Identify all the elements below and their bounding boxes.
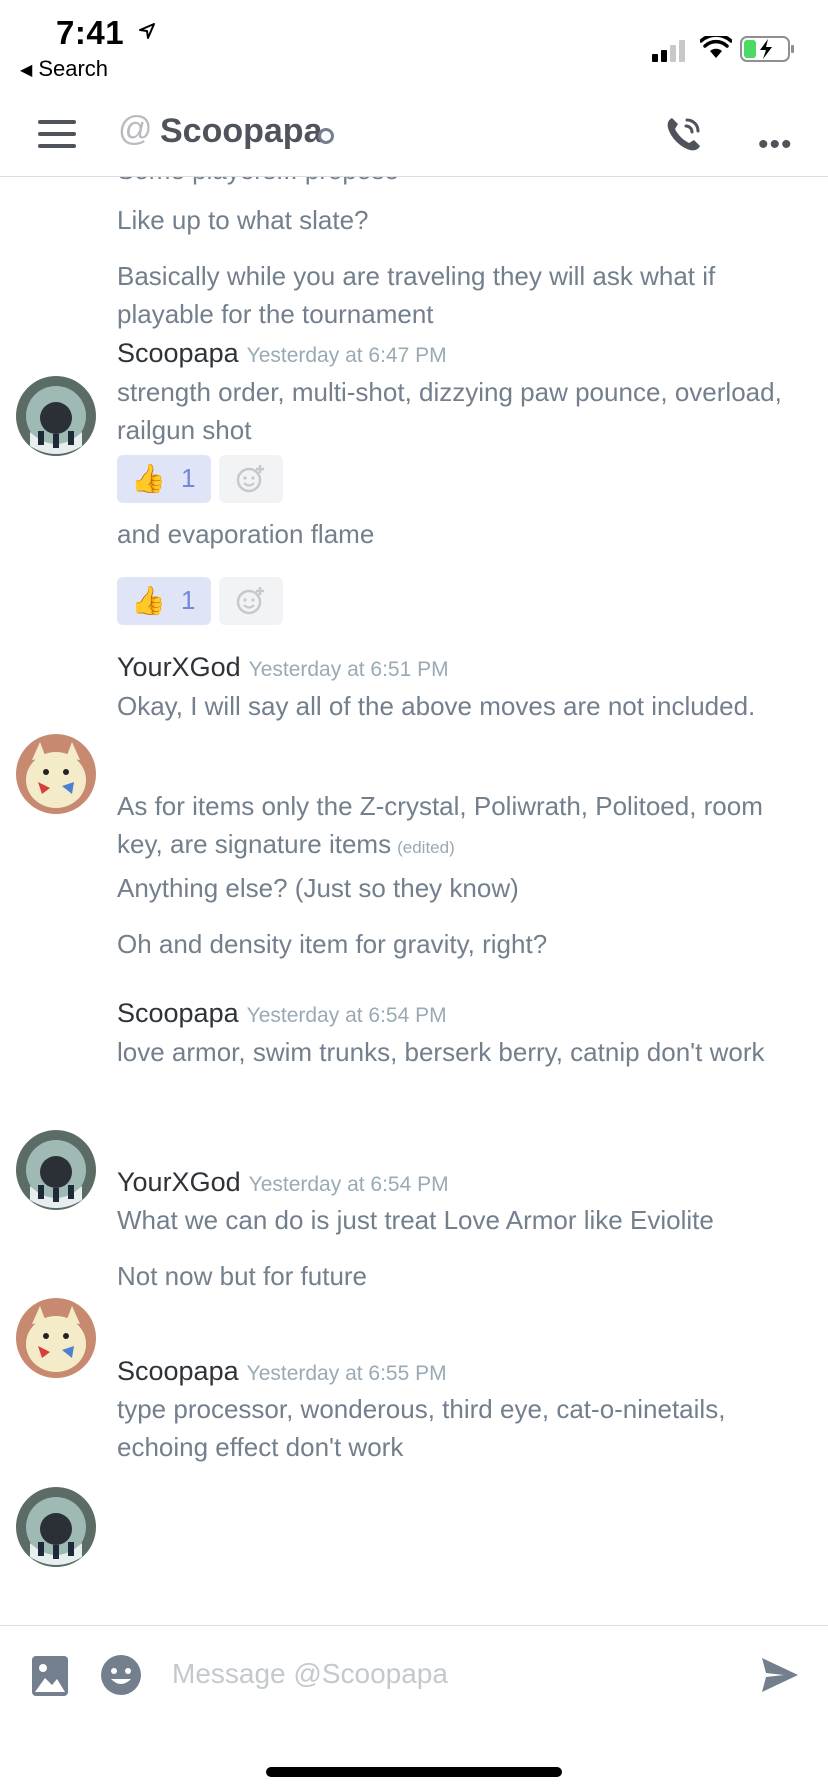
message-text: and evaporation flame xyxy=(117,519,375,549)
avatar-scoopapa[interactable] xyxy=(16,1487,96,1567)
reaction-thumbs-up[interactable]: 👍 1 xyxy=(117,455,211,503)
message-text: Okay, I will say all of the above moves … xyxy=(117,691,756,721)
timestamp: Yesterday at 6:54 PM xyxy=(246,1004,447,1027)
avatar-image xyxy=(16,1298,96,1378)
avatar-image xyxy=(16,734,96,814)
avatar-image xyxy=(16,1487,96,1567)
message-header: YourXGod Yesterday at 6:54 PM xyxy=(117,1167,449,1198)
reaction-count: 1 xyxy=(181,463,196,493)
message-text: Basically while you are traveling they w… xyxy=(117,261,716,329)
send-icon[interactable] xyxy=(760,1656,800,1694)
message-text-edited: As for items only the Z-crystal, Poliwra… xyxy=(117,787,797,867)
avatar-yourxgod[interactable] xyxy=(16,734,96,814)
back-label: Search xyxy=(38,56,109,81)
avatar-scoopapa[interactable] xyxy=(16,1130,96,1210)
more-options-icon[interactable]: ••• xyxy=(758,128,793,162)
message-text: Oh and density item for gravity, right? xyxy=(117,929,548,959)
reaction-thumbs-up[interactable]: 👍 1 xyxy=(117,577,211,625)
message-text: love armor, swim trunks, berserk berry, … xyxy=(117,1037,765,1067)
avatar-yourxgod[interactable] xyxy=(16,1298,96,1378)
channel-header: @ Scoopapa ••• xyxy=(0,98,828,177)
message-text: Anything else? (Just so they know) xyxy=(117,873,519,903)
message-text: Not now but for future xyxy=(117,1261,368,1291)
author-name[interactable]: Scoopapa xyxy=(117,338,239,368)
reaction-count: 1 xyxy=(181,585,196,615)
add-reaction-button[interactable] xyxy=(219,577,283,625)
message-text: What we can do is just treat Love Armor … xyxy=(117,1205,714,1235)
message-list[interactable]: Some players... propose Like up to what … xyxy=(0,177,828,1625)
author-name[interactable]: YourXGod xyxy=(117,652,241,682)
at-icon: @ xyxy=(118,110,153,148)
hamburger-menu-icon[interactable] xyxy=(38,120,76,150)
back-triangle-icon: ◀ xyxy=(20,62,33,79)
message-text: strength order, multi-shot, dizzying paw… xyxy=(117,377,782,445)
avatar-image xyxy=(16,1130,96,1210)
avatar-scoopapa[interactable] xyxy=(16,376,96,456)
avatar-image xyxy=(16,376,96,456)
add-reaction-icon xyxy=(236,465,264,493)
timestamp: Yesterday at 6:55 PM xyxy=(246,1362,447,1385)
message-text-cut: Some players... propose xyxy=(117,177,399,189)
timestamp: Yesterday at 6:47 PM xyxy=(246,344,447,367)
message-header: YourXGod Yesterday at 6:51 PM xyxy=(117,652,449,683)
emoji-icon[interactable] xyxy=(100,1654,142,1696)
phone-call-icon[interactable] xyxy=(664,114,704,154)
thumbs-up-emoji: 👍 xyxy=(131,463,166,494)
offline-status-icon xyxy=(318,128,334,144)
back-to-search-button[interactable]: ◀ Search xyxy=(20,56,108,82)
author-name[interactable]: YourXGod xyxy=(117,1167,241,1197)
edited-label: (edited) xyxy=(397,838,455,857)
message-header: Scoopapa Yesterday at 6:54 PM xyxy=(117,998,447,1029)
message-input[interactable] xyxy=(170,1648,734,1700)
channel-title: Scoopapa xyxy=(160,112,323,150)
message-header: Scoopapa Yesterday at 6:47 PM xyxy=(117,338,447,369)
home-indicator[interactable] xyxy=(266,1767,562,1777)
add-reaction-button[interactable] xyxy=(219,455,283,503)
timestamp: Yesterday at 6:51 PM xyxy=(248,658,449,681)
wifi-icon xyxy=(700,36,732,58)
location-arrow-icon xyxy=(139,23,155,39)
author-name[interactable]: Scoopapa xyxy=(117,1356,239,1386)
message-text: Like up to what slate? xyxy=(117,205,369,235)
image-upload-icon[interactable] xyxy=(30,1654,70,1698)
thumbs-up-emoji: 👍 xyxy=(131,585,166,616)
battery-charging-icon xyxy=(740,36,794,62)
timestamp: Yesterday at 6:54 PM xyxy=(248,1173,449,1196)
message-composer xyxy=(0,1625,828,1726)
message-header: Scoopapa Yesterday at 6:55 PM xyxy=(117,1356,447,1387)
signal-strength-icon xyxy=(652,40,685,62)
message-text: type processor, wonderous, third eye, ca… xyxy=(117,1394,726,1462)
author-name[interactable]: Scoopapa xyxy=(117,998,239,1028)
status-time: 7:41 xyxy=(56,14,125,51)
add-reaction-icon xyxy=(236,587,264,615)
status-bar: 7:41 ◀ Search xyxy=(0,0,828,98)
